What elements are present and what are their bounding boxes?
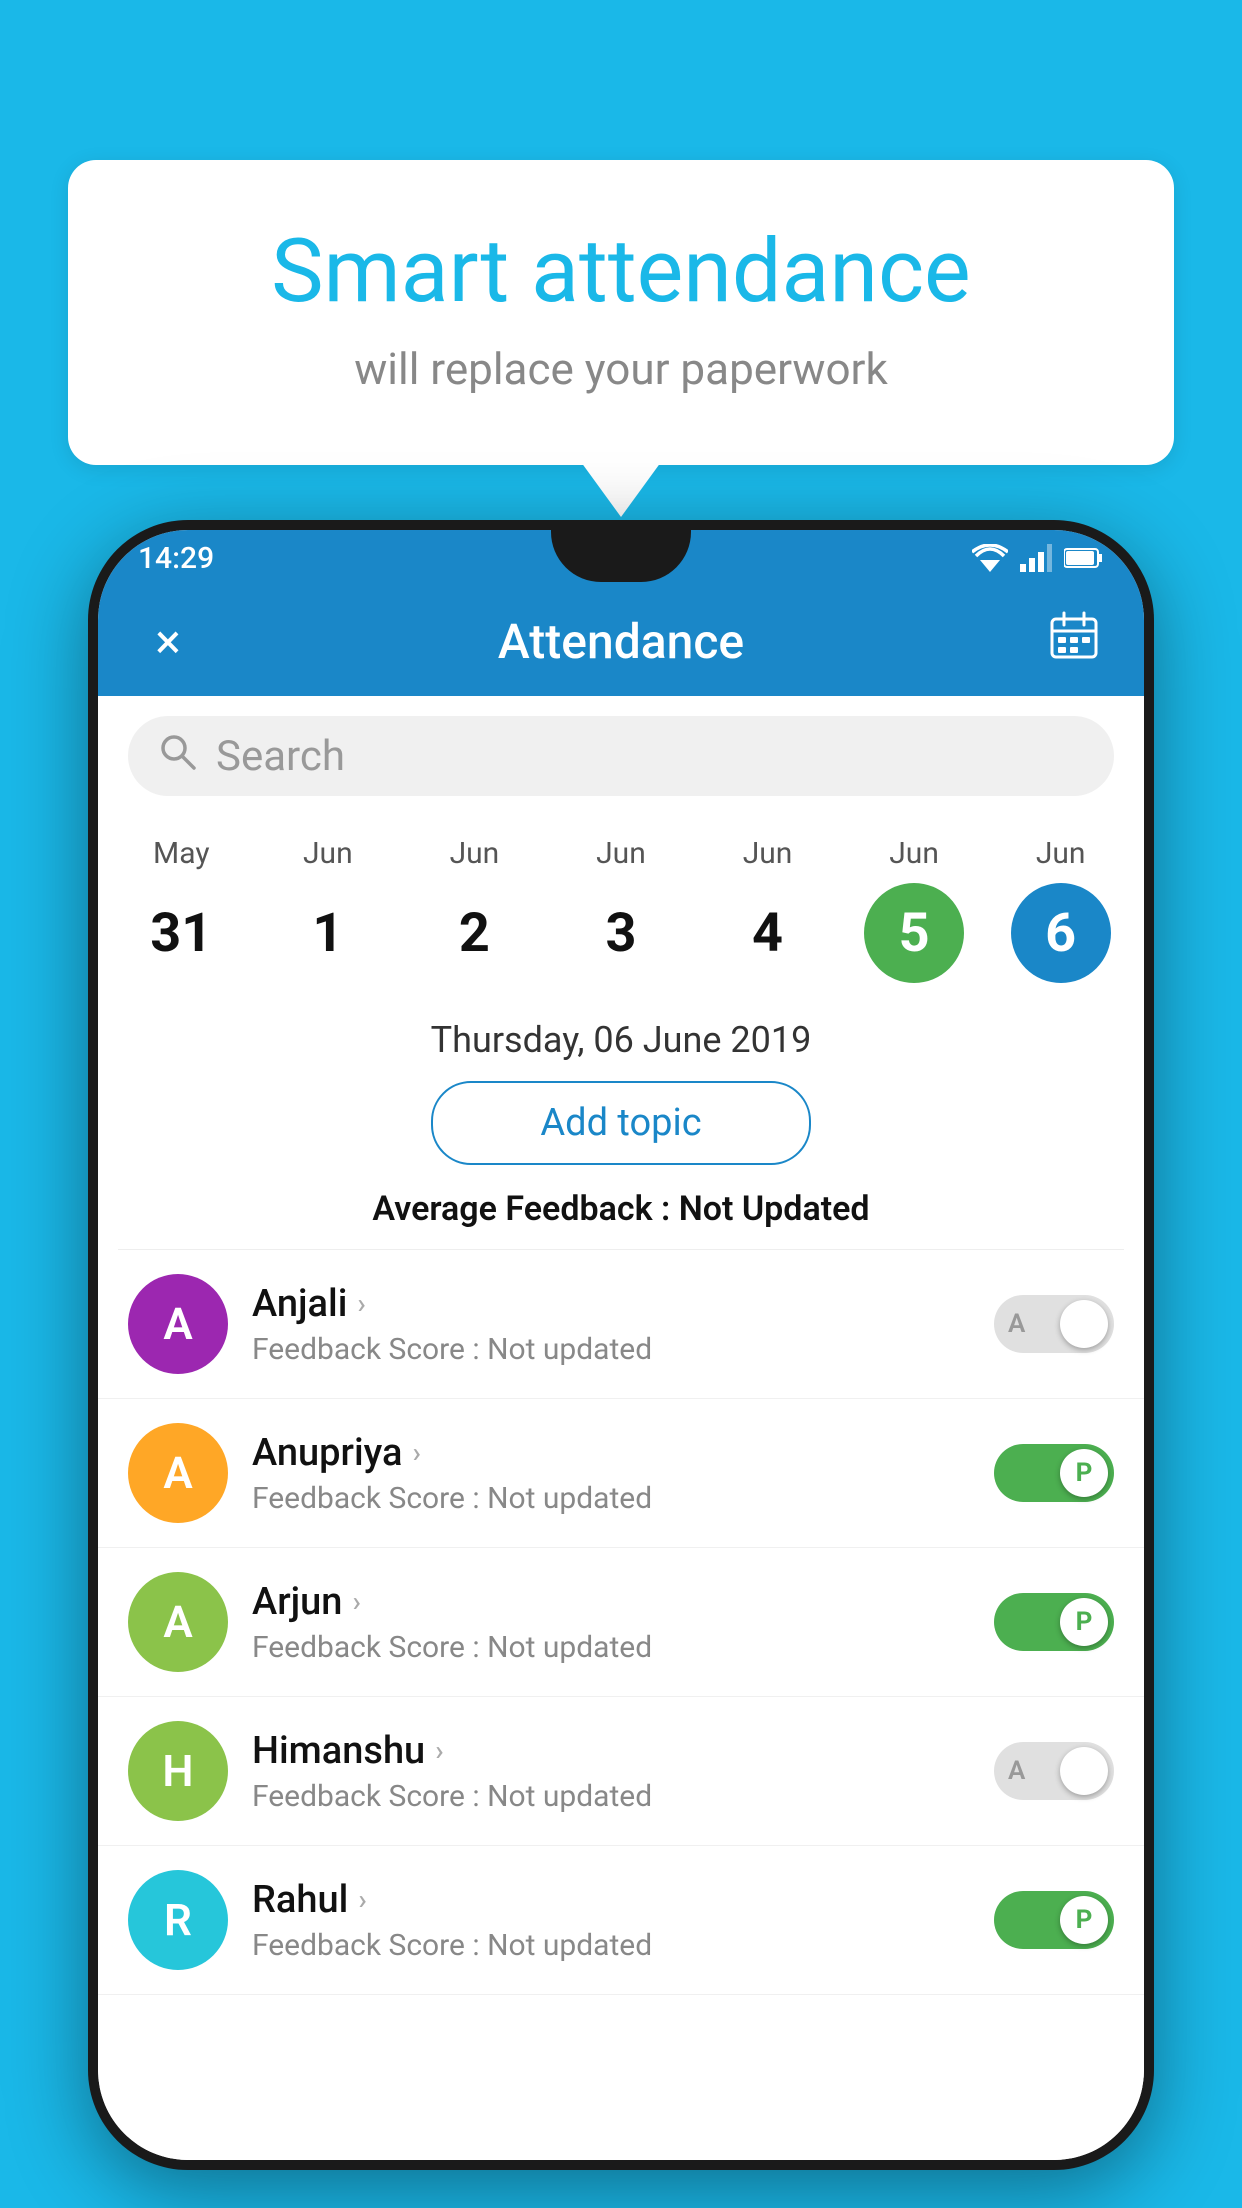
calendar-button[interactable]	[1044, 609, 1104, 673]
student-name[interactable]: Himanshu ›	[252, 1729, 970, 1773]
toggle-on[interactable]: P	[994, 1891, 1114, 1949]
student-name[interactable]: Anjali ›	[252, 1282, 970, 1326]
phone-notch	[551, 530, 691, 582]
avatar: A	[128, 1423, 228, 1523]
student-row: A Arjun › Feedback Score : Not updated P	[98, 1548, 1144, 1697]
calendar-day[interactable]: Jun4	[718, 836, 818, 983]
feedback-score: Feedback Score : Not updated	[252, 1928, 970, 1963]
calendar-day[interactable]: Jun3	[571, 836, 671, 983]
bubble-title: Smart attendance	[148, 220, 1094, 323]
chevron-icon: ›	[352, 1585, 360, 1618]
bubble-subtitle: will replace your paperwork	[148, 343, 1094, 395]
calendar-day[interactable]: May31	[131, 836, 231, 983]
search-icon	[158, 732, 196, 780]
status-time: 14:29	[138, 541, 214, 576]
close-button[interactable]: ×	[138, 613, 198, 670]
phone-screen: 14:29	[98, 530, 1144, 2160]
attendance-toggle[interactable]: A	[994, 1295, 1114, 1353]
attendance-toggle[interactable]: P	[994, 1891, 1114, 1949]
attendance-toggle[interactable]: A	[994, 1742, 1114, 1800]
attendance-toggle[interactable]: P	[994, 1444, 1114, 1502]
wifi-icon	[972, 544, 1008, 572]
status-bar: 14:29	[98, 530, 1144, 586]
avg-feedback: Average Feedback : Not Updated	[98, 1189, 1144, 1249]
student-row: AAnupriya ›Feedback Score : Not updated …	[98, 1399, 1144, 1548]
calendar-day[interactable]: Jun2	[424, 836, 524, 983]
battery-icon	[1064, 547, 1104, 569]
calendar-day[interactable]: Jun1	[278, 836, 378, 983]
feedback-score: Feedback Score : Not updated	[252, 1779, 970, 1814]
student-row: R Rahul › Feedback Score : Not updated P	[98, 1846, 1144, 1995]
avatar: A	[128, 1274, 228, 1374]
avg-feedback-value: Not Updated	[679, 1189, 870, 1229]
add-topic-label: Add topic	[540, 1101, 701, 1145]
calendar-strip: May31 Jun1 Jun2 Jun3 Jun4 Jun5 Jun6	[98, 816, 1144, 1003]
app-bar: × Attendance	[98, 586, 1144, 696]
feedback-score: Feedback Score : Not updated	[252, 1332, 970, 1367]
phone-frame: 14:29	[88, 520, 1154, 2170]
student-name[interactable]: Anupriya ›	[252, 1431, 970, 1475]
calendar-day[interactable]: Jun5	[864, 836, 964, 983]
chevron-icon: ›	[358, 1883, 366, 1916]
feedback-score: Feedback Score : Not updated	[252, 1481, 970, 1516]
student-row: HHimanshu ›Feedback Score : Not updated …	[98, 1697, 1144, 1846]
toggle-on[interactable]: P	[994, 1593, 1114, 1651]
selected-date: Thursday, 06 June 2019	[98, 1003, 1144, 1081]
avatar: R	[128, 1870, 228, 1970]
calendar-day[interactable]: Jun6	[1011, 836, 1111, 983]
student-name[interactable]: Rahul ›	[252, 1878, 970, 1922]
student-row: A Anjali › Feedback Score : Not updated A	[98, 1250, 1144, 1399]
avatar: A	[128, 1572, 228, 1672]
add-topic-button[interactable]: Add topic	[431, 1081, 811, 1165]
toggle-off[interactable]: A	[994, 1742, 1114, 1800]
status-icons	[972, 544, 1104, 572]
chevron-icon: ›	[435, 1734, 443, 1767]
chevron-icon: ›	[412, 1436, 420, 1469]
toggle-on[interactable]: P	[994, 1444, 1114, 1502]
attendance-toggle[interactable]: P	[994, 1593, 1114, 1651]
chevron-icon: ›	[357, 1287, 365, 1320]
search-bar[interactable]: Search	[128, 716, 1114, 796]
student-name[interactable]: Arjun ›	[252, 1580, 970, 1624]
feedback-score: Feedback Score : Not updated	[252, 1630, 970, 1665]
screen-content: Search May31 Jun1 Jun2 Jun3 Jun4 Jun5 Jun6 Thu…	[98, 696, 1144, 2160]
toggle-off[interactable]: A	[994, 1295, 1114, 1353]
speech-bubble: Smart attendance will replace your paper…	[68, 160, 1174, 465]
speech-bubble-container: Smart attendance will replace your paper…	[68, 160, 1174, 465]
app-bar-title: Attendance	[198, 613, 1044, 670]
search-placeholder: Search	[216, 732, 345, 781]
signal-icon	[1020, 544, 1052, 572]
student-list: A Anjali › Feedback Score : Not updated A …	[98, 1250, 1144, 1995]
avatar: H	[128, 1721, 228, 1821]
